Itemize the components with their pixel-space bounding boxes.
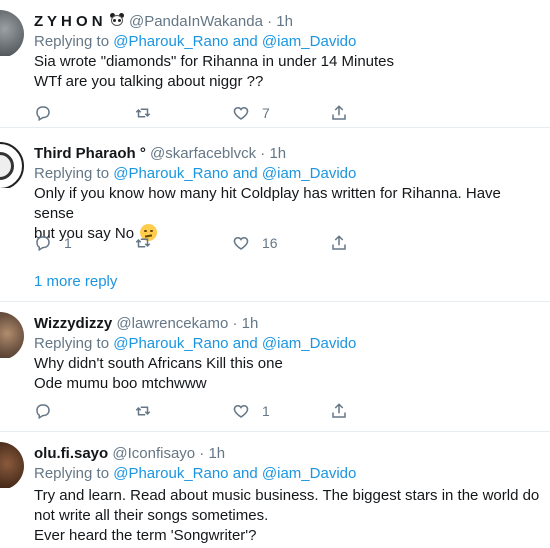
mention-link[interactable]: @iam_Davido [262, 465, 356, 482]
mention-link[interactable]: @Pharouk_Rano [113, 465, 228, 482]
reply-icon [36, 106, 50, 122]
reply-button[interactable] [34, 400, 64, 422]
separator-dot: · [199, 445, 205, 462]
user-handle[interactable]: @PandaInWakanda [129, 13, 263, 30]
mention-link[interactable]: @iam_Davido [262, 165, 356, 182]
heart-icon [233, 106, 249, 120]
retweet-icon [135, 406, 151, 416]
show-more-replies-link[interactable]: 1 more reply [34, 273, 117, 290]
replying-to: Replying to @Pharouk_Rano and @iam_David… [34, 464, 544, 484]
tweet-text: Sia wrote "diamonds" for Rihanna in unde… [34, 52, 544, 92]
tweet-header: olu.fi.sayo @Iconfisayo · 1h [34, 444, 544, 464]
replying-prefix: Replying to [34, 165, 110, 182]
separator-dot: · [260, 145, 266, 162]
reply-button[interactable]: 1 [34, 232, 72, 254]
tweet-text-line: not write all their songs sometimes. [34, 507, 269, 524]
share-icon [332, 105, 346, 120]
avatar[interactable] [0, 142, 24, 188]
like-button[interactable]: 7 [232, 102, 270, 124]
tweet-header: Z Y H O N @PandaInWakanda · 1h [34, 12, 544, 32]
mention-link[interactable]: @Pharouk_Rano [113, 335, 228, 352]
reply-count: 1 [64, 235, 72, 251]
tweet[interactable]: Third Pharaoh ° @skarfaceblvck · 1h Repl… [0, 128, 550, 302]
tweet-text-line: Only if you know how many hit Coldplay h… [34, 185, 501, 222]
retweet-icon [135, 238, 151, 248]
tweet-text-line: Ever heard the term 'Songwriter'? [34, 527, 257, 544]
tweet-actions: 1 16 [34, 232, 374, 254]
tweet-text-line: Sia wrote "diamonds" for Rihanna in unde… [34, 53, 395, 70]
mention-link[interactable]: @Pharouk_Rano [113, 165, 228, 182]
share-button[interactable] [330, 102, 348, 124]
tweet-text-line: WTf are you talking about niggr ?? [34, 73, 264, 90]
avatar[interactable] [0, 442, 24, 488]
display-name[interactable]: Z Y H O N [34, 13, 103, 30]
tweet-text-line: Why didn't south Africans Kill this one [34, 355, 283, 372]
display-name[interactable]: Third Pharaoh ° [34, 145, 146, 162]
user-handle[interactable]: @Iconfisayo [112, 445, 195, 462]
reply-feed: Z Y H O N @PandaInWakanda · 1h Replying … [0, 0, 550, 548]
like-count: 16 [262, 235, 278, 251]
like-button[interactable]: 16 [232, 232, 278, 254]
separator-dot: · [232, 315, 238, 332]
replying-prefix: Replying to [34, 335, 110, 352]
replying-and[interactable]: and [233, 33, 258, 50]
mention-link[interactable]: @iam_Davido [262, 335, 356, 352]
user-handle[interactable]: @lawrencekamo [116, 315, 228, 332]
avatar[interactable] [0, 312, 24, 358]
separator-dot: · [267, 13, 273, 30]
retweet-button[interactable] [134, 400, 164, 422]
like-button[interactable]: 1 [232, 400, 270, 422]
share-icon [332, 235, 346, 250]
tweet-text: Try and learn. Read about music business… [34, 486, 544, 546]
tweet-actions: 7 [34, 102, 374, 124]
timestamp[interactable]: 1h [276, 13, 293, 30]
tweet-text-line: Ode mumu boo mtchwww [34, 375, 207, 392]
tweet-actions: 1 [34, 400, 374, 422]
retweet-button[interactable] [134, 232, 164, 254]
timestamp[interactable]: 1h [208, 445, 225, 462]
panda-icon [109, 13, 125, 27]
replying-to: Replying to @Pharouk_Rano and @iam_David… [34, 164, 544, 184]
mention-link[interactable]: @Pharouk_Rano [113, 33, 228, 50]
tweet-header: Wizzydizzy @lawrencekamo · 1h [34, 314, 544, 334]
replying-prefix: Replying to [34, 33, 110, 50]
replying-to: Replying to @Pharouk_Rano and @iam_David… [34, 32, 544, 52]
reply-icon [36, 236, 50, 252]
like-count: 7 [262, 105, 270, 121]
tweet[interactable]: Wizzydizzy @lawrencekamo · 1h Replying t… [0, 302, 550, 432]
timestamp[interactable]: 1h [242, 315, 259, 332]
tweet-text: Why didn't south Africans Kill this one … [34, 354, 544, 394]
reply-button[interactable] [34, 102, 64, 124]
replying-and[interactable]: and [233, 335, 258, 352]
tweet-text-line: Try and learn. Read about music business… [34, 487, 540, 504]
tweet-header: Third Pharaoh ° @skarfaceblvck · 1h [34, 144, 544, 164]
display-name[interactable]: olu.fi.sayo [34, 445, 108, 462]
user-handle[interactable]: @skarfaceblvck [150, 145, 256, 162]
replying-and[interactable]: and [233, 465, 258, 482]
heart-icon [233, 236, 249, 250]
like-count: 1 [262, 403, 270, 419]
replying-and[interactable]: and [233, 165, 258, 182]
retweet-button[interactable] [134, 102, 164, 124]
share-button[interactable] [330, 400, 348, 422]
replying-prefix: Replying to [34, 465, 110, 482]
display-name[interactable]: Wizzydizzy [34, 315, 112, 332]
mention-link[interactable]: @iam_Davido [262, 33, 356, 50]
tweet[interactable]: olu.fi.sayo @Iconfisayo · 1h Replying to… [0, 432, 550, 548]
share-button[interactable] [330, 232, 348, 254]
timestamp[interactable]: 1h [269, 145, 286, 162]
heart-icon [233, 404, 249, 418]
avatar[interactable] [0, 10, 24, 56]
tweet[interactable]: Z Y H O N @PandaInWakanda · 1h Replying … [0, 0, 550, 128]
reply-icon [36, 404, 50, 420]
retweet-icon [135, 108, 151, 118]
share-icon [332, 403, 346, 418]
replying-to: Replying to @Pharouk_Rano and @iam_David… [34, 334, 544, 354]
